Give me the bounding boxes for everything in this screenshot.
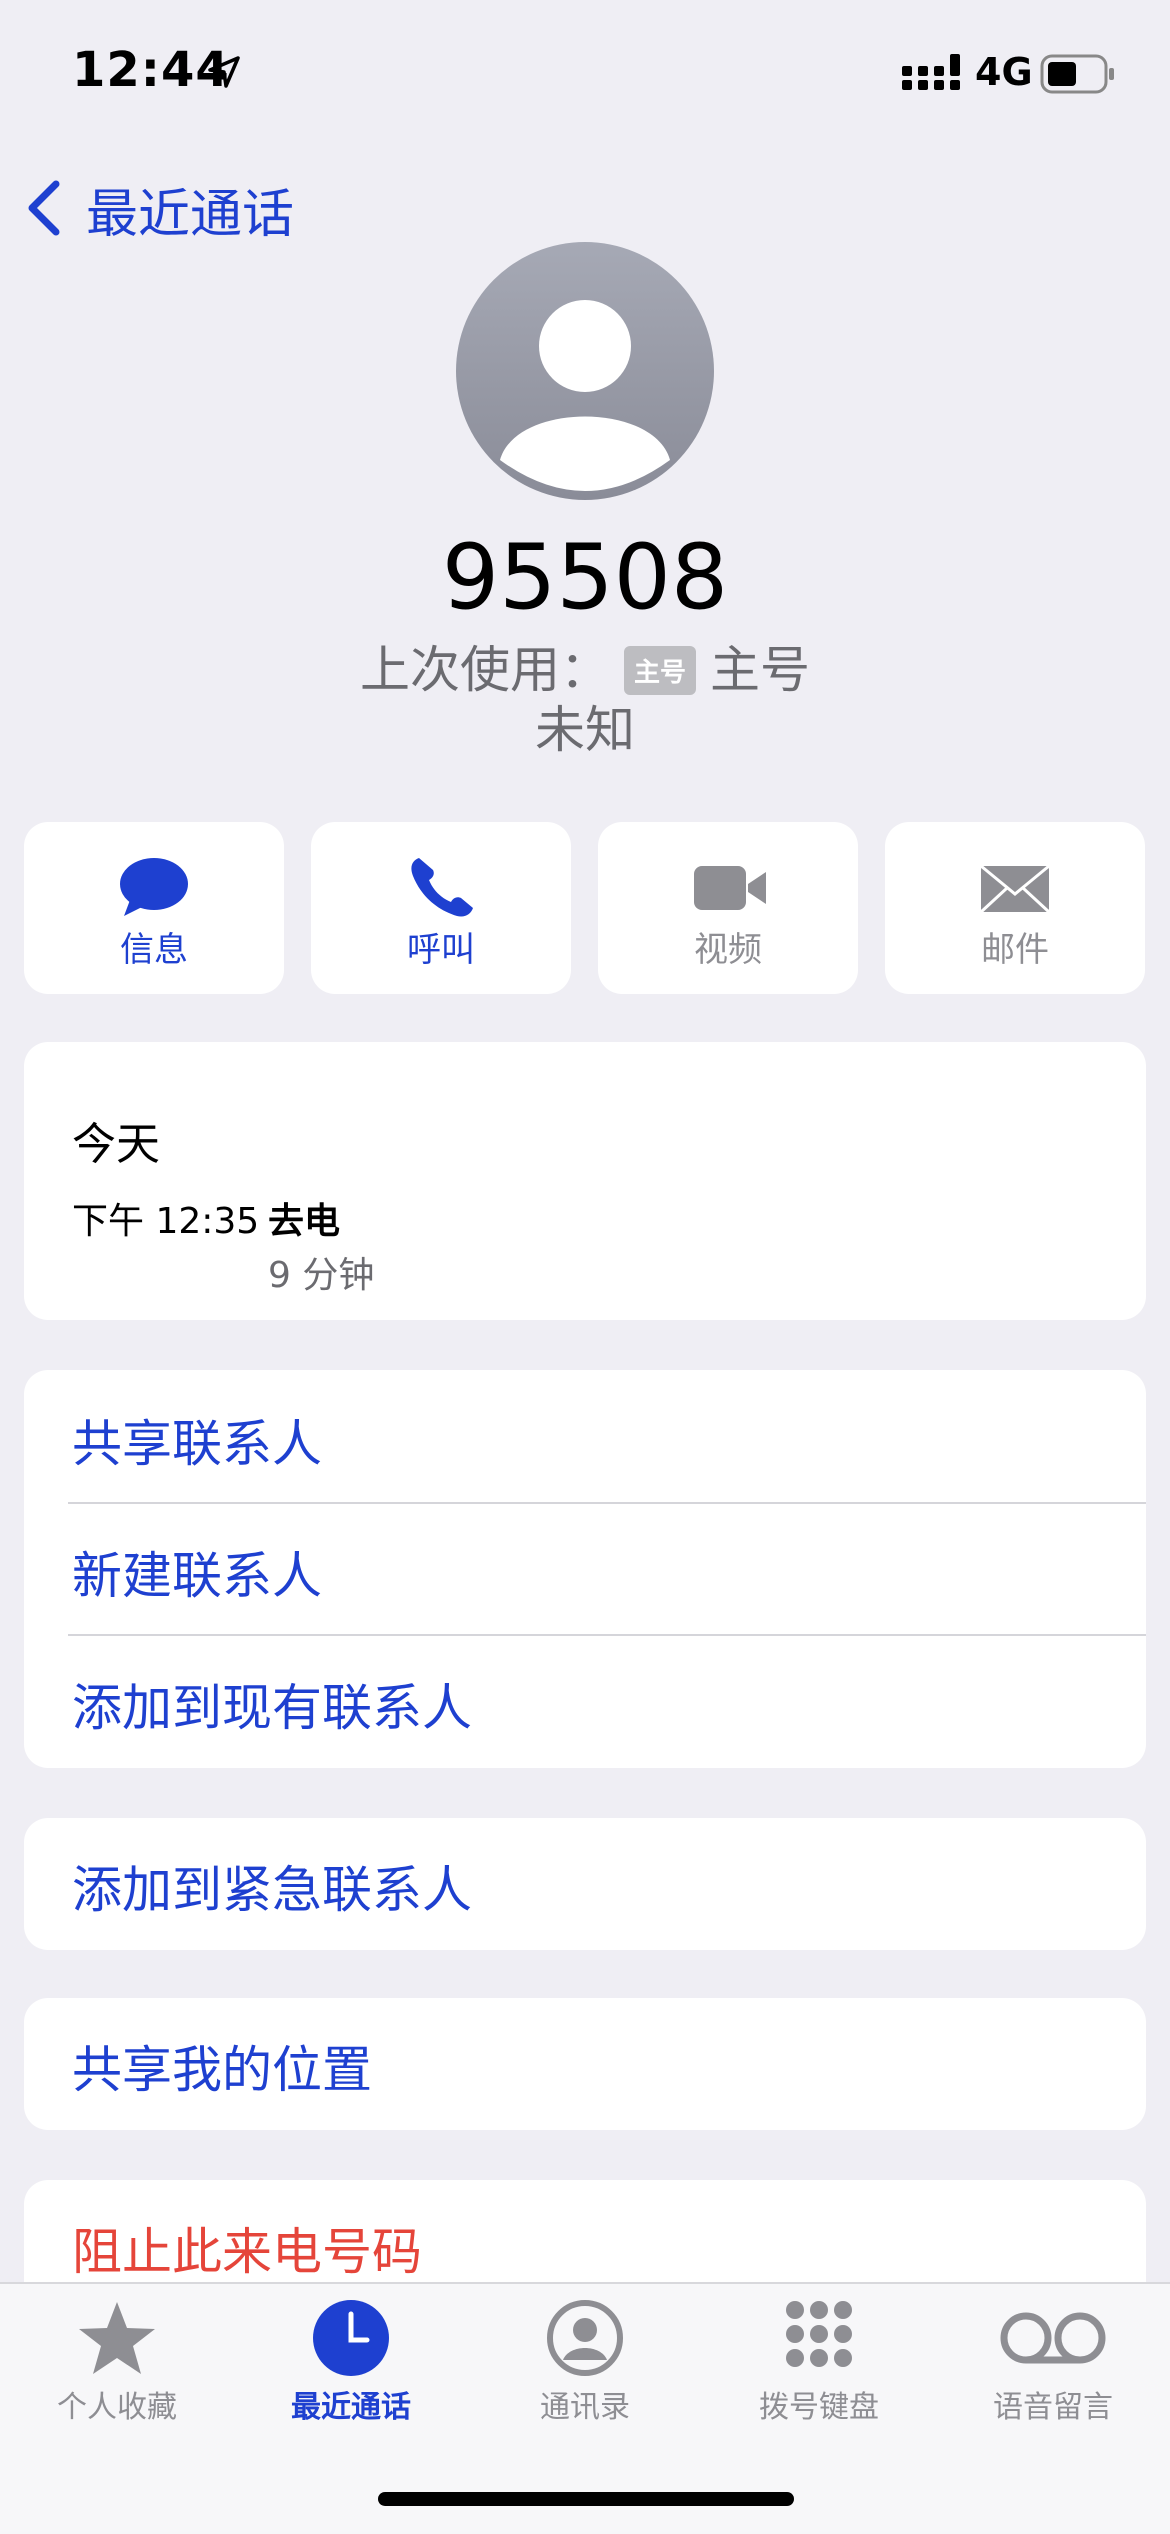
- chevron-left-icon: [28, 180, 60, 236]
- add-to-existing-contact-button[interactable]: 添加到现有联系人: [72, 1668, 472, 1740]
- tab-voicemail-label: 语音留言: [993, 2390, 1113, 2425]
- avatar: [456, 242, 714, 500]
- signal-icon: [902, 54, 960, 90]
- battery-icon: [1040, 54, 1114, 94]
- message-button[interactable]: 信息: [24, 822, 284, 994]
- message-label: 信息: [120, 930, 188, 970]
- video-button[interactable]: 视频: [598, 822, 858, 994]
- divider: [68, 1502, 1146, 1504]
- tab-keypad-label: 拨号键盘: [759, 2390, 879, 2425]
- phone-icon: [411, 858, 473, 917]
- call-label: 呼叫: [407, 930, 475, 970]
- sim-badge: 主号: [623, 646, 696, 695]
- tab-recents[interactable]: 最近通话: [234, 2294, 468, 2444]
- call-history-card: [24, 1042, 1146, 1320]
- location-arrow-icon: [208, 56, 240, 88]
- tab-voicemail[interactable]: 语音留言: [936, 2294, 1170, 2444]
- history-duration: 9 分钟: [268, 1255, 375, 1296]
- message-icon: [120, 858, 188, 916]
- divider: [68, 1634, 1146, 1636]
- add-to-emergency-contacts-button[interactable]: 添加到紧急联系人: [72, 1850, 472, 1922]
- call-button[interactable]: 呼叫: [311, 822, 571, 994]
- video-icon: [694, 866, 766, 910]
- home-indicator: [378, 2492, 794, 2506]
- clock-icon: [313, 2300, 389, 2376]
- share-my-location-button[interactable]: 共享我的位置: [72, 2030, 372, 2102]
- history-date: 今天: [72, 1119, 160, 1170]
- network-type: 4G: [975, 50, 1033, 94]
- star-icon: [79, 2302, 155, 2374]
- video-label: 视频: [694, 930, 762, 970]
- person-silhouette-icon: [500, 300, 670, 491]
- mail-label: 邮件: [981, 930, 1049, 970]
- tab-recents-label: 最近通话: [291, 2390, 411, 2425]
- tab-contacts[interactable]: 通讯录: [468, 2294, 702, 2444]
- history-time: 下午 12:35: [72, 1201, 260, 1242]
- new-contact-button[interactable]: 新建联系人: [72, 1536, 322, 1608]
- history-call-type: 去电: [268, 1201, 341, 1242]
- voicemail-icon: [1000, 2312, 1106, 2364]
- block-caller-button[interactable]: 阻止此来电号码: [72, 2212, 422, 2284]
- phone-number: 95508: [441, 525, 729, 630]
- tab-favorites-label: 个人收藏: [57, 2390, 177, 2425]
- mail-button[interactable]: 邮件: [885, 822, 1145, 994]
- mail-icon: [979, 864, 1051, 914]
- contacts-icon: [547, 2300, 623, 2376]
- back-label: 最近通话: [86, 185, 295, 245]
- keypad-icon: [786, 2301, 852, 2367]
- tab-contacts-label: 通讯录: [540, 2390, 630, 2425]
- tab-keypad[interactable]: 拨号键盘: [702, 2294, 936, 2444]
- share-contact-button[interactable]: 共享联系人: [72, 1404, 322, 1476]
- tab-favorites[interactable]: 个人收藏: [0, 2294, 234, 2444]
- number-location: 未知: [535, 701, 635, 759]
